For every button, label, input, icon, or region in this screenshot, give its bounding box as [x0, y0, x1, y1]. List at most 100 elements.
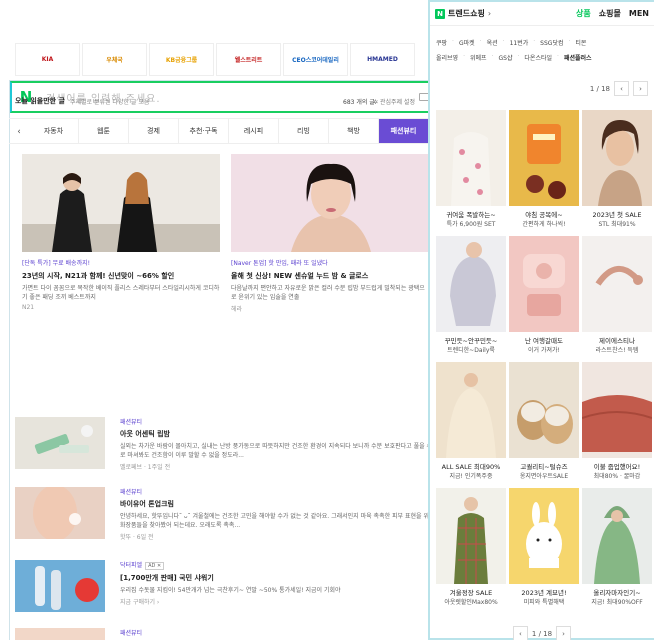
article-item-1[interactable]: 패션뷰티 아웃 어센틱 립밤 실외는 차가운 바람이 몰아치고, 실내는 난방 … — [15, 417, 440, 477]
product-title[interactable]: 야침 공복에~ — [509, 209, 579, 219]
next-page-button-bottom[interactable]: › — [556, 626, 572, 640]
article-thumb-4[interactable] — [15, 628, 105, 640]
product-card[interactable]: 난 여행갈때도 이거 가져가! — [509, 236, 579, 358]
shop-link[interactable]: 쿠팡 — [436, 38, 447, 47]
tab-products[interactable]: 상품 — [576, 8, 591, 19]
product-card[interactable]: 겨울정장 SALE 아웃렛할인Max80% — [436, 488, 506, 610]
category-tab[interactable]: 경제 — [129, 119, 179, 143]
category-tab[interactable]: 패션뷰티 — [379, 119, 429, 143]
feature-card-2[interactable]: [Naver 톤업] 핫 만입, 패라 또 일냈다 올해 첫 신상! NEW 센… — [231, 154, 429, 313]
feature-title-2[interactable]: 올해 첫 신상! NEW 센슈얼 누드 밤 & 글로스 — [231, 271, 429, 281]
article-item-2[interactable]: 패션뷰티 바이유어 톤업크림 안녕하세요, 핫뚜입니다˘ ᴗ˘ 겨울철에는 건조… — [15, 485, 440, 547]
shop-link[interactable]: 티몬 — [575, 38, 586, 47]
product-title[interactable]: 2023년 계묘년! — [509, 587, 579, 597]
humidifier-icon[interactable] — [509, 236, 579, 332]
product-card[interactable]: 2023년 첫 SALE STL 최대91% — [582, 110, 652, 232]
article-item-3[interactable]: 닥터피엘 AD ✕ [1,700만개 판매] 국민 샤워기 우리집 수돗물 지킴이… — [15, 560, 440, 620]
product-card[interactable]: 제이에스티나 라스트찬스! 득템 — [582, 236, 652, 358]
feature-image-1[interactable] — [22, 154, 220, 252]
miffy-icon[interactable] — [509, 488, 579, 584]
category-tab[interactable]: 리빙 — [279, 119, 329, 143]
product-title[interactable]: 제이에스티나 — [582, 335, 652, 345]
tab-shopping-mall[interactable]: 쇼핑몰 — [599, 8, 621, 19]
brand-banner-row: KIA 우체국 KB금융그룹 웰스트리트 CEO스코어데일리 HMAMED — [15, 43, 440, 76]
product-card[interactable]: 귀여움 폭발하는~ 특가 6,900원 SET — [436, 110, 506, 232]
product-card[interactable]: 2023년 계묘년! 미피와 특별해택 — [509, 488, 579, 610]
blanket-icon[interactable] — [582, 362, 652, 458]
screen: N 검색어를 입력해 주세요. KIA 우체국 KB금융그룹 웰스트리트 CEO스코어데… — [0, 0, 654, 640]
bracelet-icon[interactable] — [582, 236, 652, 332]
product-grid: 귀여움 폭발하는~ 특가 6,900원 SET 야침 공복에~ 간편하게 하나씩! 20… — [436, 110, 652, 610]
fashion-models-photo — [22, 154, 220, 252]
interest-settings-link[interactable]: ✲ 관심주제 설정 — [373, 97, 415, 106]
article-title-1[interactable]: 아웃 어센틱 립밤 — [120, 429, 440, 439]
category-tab[interactable]: 추천·구독 — [179, 119, 229, 143]
product-card[interactable]: 고퀄리티~털슈즈 옹지면아우트SALE — [509, 362, 579, 484]
product-image — [436, 110, 506, 206]
shop-link[interactable]: 패션플러스 — [564, 53, 592, 62]
skincare-photo — [15, 485, 105, 541]
knit-icon[interactable] — [436, 236, 506, 332]
product-title[interactable]: 난 여행갈때도 — [509, 335, 579, 345]
product-card[interactable]: 이불 줍업했어요! 최대80% · 꿀마감 — [582, 362, 652, 484]
product-title[interactable]: ALL SALE 최대90% — [436, 461, 506, 471]
brand-banner[interactable]: 우체국 — [82, 43, 147, 76]
article-title-3[interactable]: [1,700만개 판매] 국민 샤워기 — [120, 573, 440, 583]
shop-link[interactable]: GS샵 — [499, 53, 513, 62]
slipper-icon[interactable] — [509, 362, 579, 458]
article-meta-3[interactable]: 지금 구매하기 › — [120, 597, 440, 606]
brand-banner[interactable]: CEO스코어데일리 — [283, 43, 348, 76]
shop-link[interactable]: 위메프 — [470, 53, 487, 62]
product-title[interactable]: 올리자마자인기~ — [582, 587, 652, 597]
product-title[interactable]: 귀여움 폭발하는~ — [436, 209, 506, 219]
brand-banner[interactable]: KIA — [15, 43, 80, 76]
article-item-4[interactable]: 패션뷰티 — [15, 628, 440, 640]
fleece-icon[interactable] — [436, 362, 506, 458]
brand-banner[interactable]: 웰스트리트 — [216, 43, 281, 76]
product-title[interactable]: 2023년 첫 SALE — [582, 209, 652, 219]
shop-link[interactable]: 다온스타일 — [524, 53, 552, 62]
category-tab[interactable]: 레시피 — [229, 119, 279, 143]
product-card[interactable]: 야침 공복에~ 간편하게 하나씩! — [509, 110, 579, 232]
article-thumb-1[interactable] — [15, 417, 105, 469]
product-image — [436, 362, 506, 458]
shop-links-row-2: 올리브영 · 위메프 · GS샵 · 다온스타일 · 패션플러스 — [430, 53, 654, 62]
prev-page-button[interactable]: ‹ — [614, 81, 629, 96]
chevron-right-icon[interactable]: › — [488, 9, 491, 18]
brand-banner[interactable]: HMAMED — [350, 43, 415, 76]
model-icon[interactable] — [582, 110, 652, 206]
feature-image-2[interactable] — [231, 154, 429, 252]
category-tab[interactable]: 자동차 — [29, 119, 79, 143]
shop-link[interactable]: 올리브영 — [436, 53, 458, 62]
product-card[interactable]: ALL SALE 최대90% 지금! 인기폭주중 — [436, 362, 506, 484]
brand-banner[interactable]: KB금융그룹 — [149, 43, 214, 76]
shop-link[interactable]: 옥션 — [487, 38, 498, 47]
product-title[interactable]: 겨울정장 SALE — [436, 587, 506, 597]
feature-card-1[interactable]: [단독 특가] 무료 배송까지! 23년의 시작, N21과 함께! 신년맞이 … — [22, 154, 220, 311]
shop-link[interactable]: G마켓 — [459, 38, 475, 47]
snack-icon[interactable] — [509, 110, 579, 206]
hoodie-icon[interactable] — [582, 488, 652, 584]
ad-badge[interactable]: AD ✕ — [145, 562, 165, 570]
product-card[interactable]: 꾸민듯~안꾸민듯~ 트렌디한~Daily룩 — [436, 236, 506, 358]
next-page-button[interactable]: › — [633, 81, 648, 96]
plaid-dress-icon[interactable] — [436, 488, 506, 584]
article-title-2[interactable]: 바이유어 톤업크림 — [120, 499, 440, 509]
tab-men[interactable]: MEN — [629, 9, 649, 18]
prev-page-button-bottom[interactable]: ‹ — [512, 626, 528, 640]
category-prev-button[interactable]: ‹ — [9, 119, 29, 145]
product-title[interactable]: 꾸민듯~안꾸민듯~ — [436, 335, 506, 345]
category-tab[interactable]: 웹툰 — [79, 119, 129, 143]
article-thumb-3[interactable] — [15, 560, 105, 612]
category-tab[interactable]: 책방 — [329, 119, 379, 143]
feature-title-1[interactable]: 23년의 시작, N21과 함께! 신년맞이 ~66% 할인 — [22, 271, 220, 281]
product-title[interactable]: 이불 줍업했어요! — [582, 461, 652, 471]
article-thumb-2[interactable] — [15, 485, 105, 541]
trend-shopping-title[interactable]: 트렌드쇼핑 — [448, 8, 485, 19]
product-card[interactable]: 올리자마자인기~ 지금! 최대90%OFF — [582, 488, 652, 610]
product-title[interactable]: 고퀄리티~털슈즈 — [509, 461, 579, 471]
shop-link[interactable]: SSG닷컴 — [540, 38, 563, 47]
clothing-icon[interactable] — [436, 110, 506, 206]
trend-shopping-header: N 트렌드쇼핑 › 상품 쇼핑몰 MEN — [430, 2, 654, 26]
shop-link[interactable]: 11번가 — [510, 38, 529, 47]
